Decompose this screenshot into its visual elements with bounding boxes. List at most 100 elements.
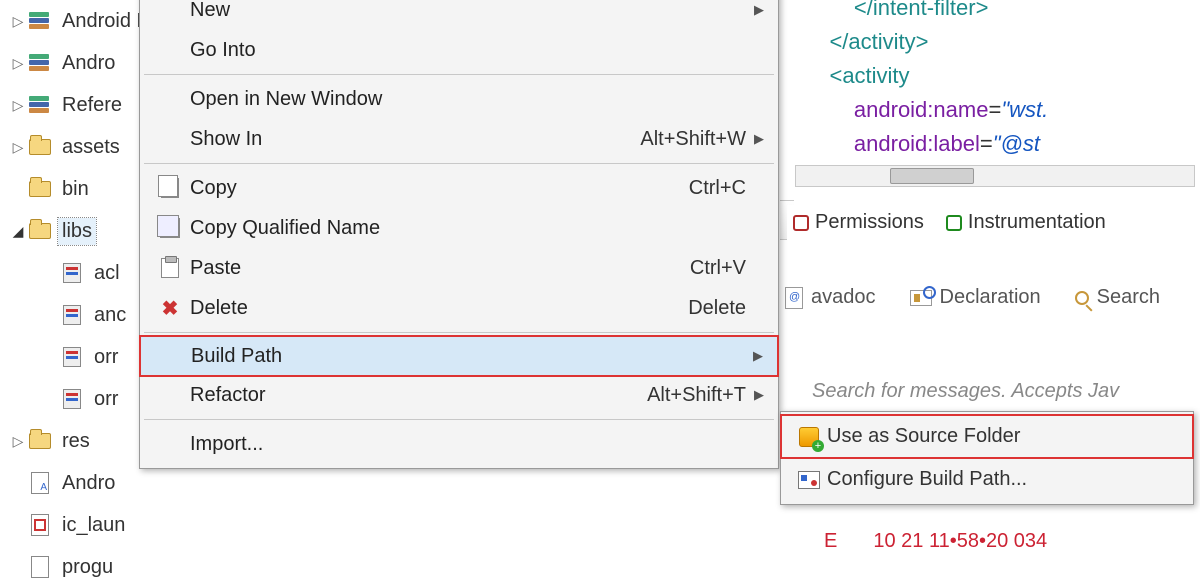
tree-item-progu[interactable]: progu (0, 546, 180, 588)
tree-label: res (58, 428, 94, 455)
menu-label: Go Into (190, 39, 746, 62)
expand-arrow[interactable]: ▷ (10, 139, 26, 156)
menu-label: Show In (190, 128, 640, 151)
tree-label: assets (58, 134, 124, 161)
tree-item-ic_laun[interactable]: ic_laun (0, 504, 180, 546)
pngfile-icon (28, 514, 52, 536)
delete-icon: ✖ (162, 296, 179, 321)
paste-icon (161, 258, 179, 278)
menu-copy[interactable]: CopyCtrl+C (140, 168, 778, 208)
menu-show-in[interactable]: Show InAlt+Shift+W ▶ (140, 119, 778, 159)
jar-icon (60, 346, 84, 368)
permissions-icon (793, 215, 809, 231)
expand-arrow[interactable]: ▷ (10, 97, 26, 114)
log-level: E (824, 530, 837, 552)
jar-icon (60, 388, 84, 410)
scrollbar-thumb[interactable] (890, 168, 974, 184)
menu-separator (144, 163, 774, 164)
submenu-configure-build-path-[interactable]: Configure Build Path... (781, 458, 1193, 501)
expand-arrow[interactable]: ▷ (10, 433, 26, 450)
menu-go-into[interactable]: Go Into (140, 30, 778, 70)
copy-qualified-icon (160, 218, 180, 238)
submenu-arrow-icon: ▶ (754, 131, 768, 147)
menu-label: Refactor (190, 384, 647, 407)
submenu-arrow-icon: ▶ (754, 2, 768, 18)
menu-import-[interactable]: Import... (140, 424, 778, 464)
menu-paste[interactable]: PasteCtrl+V (140, 248, 778, 288)
menu-build-path[interactable]: Build Path ▶ (140, 336, 778, 376)
menu-label: Build Path (191, 345, 745, 368)
menu-delete[interactable]: ✖ DeleteDelete (140, 288, 778, 328)
submenu-arrow-icon: ▶ (753, 348, 767, 364)
tree-label: orr (90, 386, 122, 413)
view-declaration[interactable]: Declaration (910, 286, 1041, 309)
menu-shortcut: Ctrl+V (690, 257, 746, 280)
folder-icon (28, 430, 52, 452)
search-icon (1075, 291, 1089, 305)
view-search[interactable]: Search (1075, 286, 1160, 309)
menu-label: Copy Qualified Name (190, 217, 746, 240)
tree-label: Refere (58, 92, 126, 119)
tab-permissions[interactable]: Permissions (787, 205, 930, 240)
expand-arrow[interactable]: ▷ (10, 13, 26, 30)
manifest-tabs: Permissions Instrumentation (787, 205, 1112, 240)
javadoc-icon (785, 287, 803, 309)
context-menu: New▶Go IntoOpen in New WindowShow InAlt+… (139, 0, 779, 469)
submenu-arrow-icon: ▶ (754, 387, 768, 403)
tree-label: orr (90, 344, 122, 371)
xmlfile-icon (28, 472, 52, 494)
view-javadoc[interactable]: avadoc (785, 286, 876, 309)
editor-horizontal-scrollbar[interactable] (795, 165, 1195, 187)
menu-label: New (190, 0, 746, 22)
tree-label: Android L (58, 8, 152, 35)
lib-icon (28, 94, 52, 116)
menu-open-in-new-window[interactable]: Open in New Window (140, 79, 778, 119)
tree-label: acl (90, 260, 124, 287)
instrumentation-icon (946, 215, 962, 231)
menu-label: Delete (190, 297, 688, 320)
logcat-search-input[interactable]: Search for messages. Accepts Jav (812, 380, 1119, 403)
menu-separator (144, 332, 774, 333)
folder-icon (28, 178, 52, 200)
menu-copy-qualified-name[interactable]: Copy Qualified Name (140, 208, 778, 248)
genfile-icon (28, 556, 52, 578)
menu-separator (144, 74, 774, 75)
log-time: 10 21 11•58•20 034 (873, 530, 1047, 552)
view-tabs: avadoc Declaration Search (785, 286, 1160, 309)
expand-arrow[interactable]: ▷ (10, 55, 26, 72)
menu-refactor[interactable]: RefactorAlt+Shift+T ▶ (140, 375, 778, 415)
menu-shortcut: Alt+Shift+W (640, 128, 746, 151)
folder-icon (28, 136, 52, 158)
submenu-label: Configure Build Path... (827, 468, 1027, 491)
tree-label: Andro (58, 50, 119, 77)
tab-instrumentation[interactable]: Instrumentation (940, 205, 1112, 240)
xml-editor[interactable]: </intent-filter> </activity> <activity a… (805, 0, 1200, 162)
configure-icon (798, 471, 820, 489)
expand-arrow[interactable]: ◢ (10, 223, 26, 240)
jar-icon (60, 304, 84, 326)
copy-icon (161, 178, 179, 198)
menu-shortcut: Ctrl+C (689, 177, 746, 200)
menu-label: Copy (190, 177, 689, 200)
tree-label: progu (58, 554, 117, 581)
menu-separator (144, 419, 774, 420)
menu-label: Paste (190, 257, 690, 280)
tree-label: bin (58, 176, 93, 203)
menu-label: Open in New Window (190, 88, 746, 111)
tree-label: ic_laun (58, 512, 129, 539)
menu-new[interactable]: New ▶ (140, 0, 778, 30)
source-folder-icon (799, 427, 819, 447)
tree-label: libs (58, 218, 96, 245)
tree-label: Andro (58, 470, 119, 497)
folder-icon (28, 220, 52, 242)
lib-icon (28, 52, 52, 74)
menu-shortcut: Delete (688, 297, 746, 320)
jar-icon (60, 262, 84, 284)
submenu-use-as-source-folder[interactable]: Use as Source Folder (781, 415, 1193, 458)
menu-shortcut: Alt+Shift+T (647, 384, 746, 407)
menu-label: Import... (190, 433, 746, 456)
lib-icon (28, 10, 52, 32)
logcat-line: E 10 21 11•58•20 034 (824, 530, 1047, 554)
build-path-submenu: Use as Source Folder Configure Build Path… (780, 411, 1194, 505)
tree-label: anc (90, 302, 130, 329)
